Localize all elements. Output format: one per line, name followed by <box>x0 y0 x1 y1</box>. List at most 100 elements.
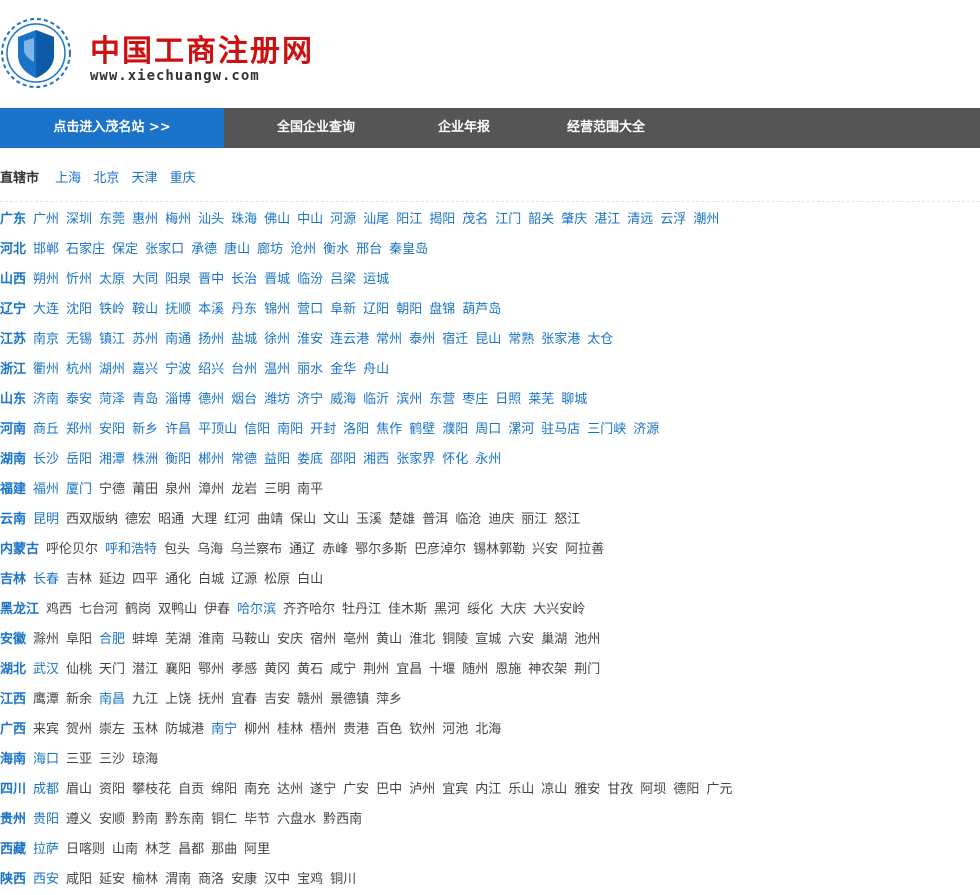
city-link[interactable]: 齐齐哈尔 <box>283 595 335 625</box>
city-link[interactable]: 三明 <box>264 475 290 505</box>
city-link[interactable]: 萍乡 <box>376 685 402 715</box>
city-link[interactable]: 朝阳 <box>396 295 422 325</box>
city-link[interactable]: 泰安 <box>66 385 92 415</box>
city-link[interactable]: 亳州 <box>343 625 369 655</box>
city-link[interactable]: 焦作 <box>376 415 402 445</box>
city-link[interactable]: 河池 <box>442 715 468 745</box>
province-link[interactable]: 海南 <box>0 745 26 775</box>
city-link[interactable]: 遵义 <box>66 805 92 835</box>
city-link[interactable]: 龙岩 <box>231 475 257 505</box>
city-link[interactable]: 朔州 <box>33 265 59 295</box>
city-link[interactable]: 呼伦贝尔 <box>46 535 98 565</box>
city-link[interactable]: 眉山 <box>66 775 92 805</box>
city-link[interactable]: 邯郸 <box>33 235 59 265</box>
city-link[interactable]: 镇江 <box>99 325 125 355</box>
city-link[interactable]: 孝感 <box>231 655 257 685</box>
city-link[interactable]: 长治 <box>231 265 257 295</box>
city-link[interactable]: 辽源 <box>231 565 257 595</box>
city-link[interactable]: 漳州 <box>198 475 224 505</box>
city-link[interactable]: 雅安 <box>574 775 600 805</box>
city-link[interactable]: 湖州 <box>99 355 125 385</box>
city-link[interactable]: 驻马店 <box>541 415 580 445</box>
city-link[interactable]: 沈阳 <box>66 295 92 325</box>
city-link[interactable]: 太原 <box>99 265 125 295</box>
city-link[interactable]: 北海 <box>475 715 501 745</box>
nav-enterprise-search[interactable]: 全国企业查询 <box>224 108 408 148</box>
city-link[interactable]: 攀枝花 <box>132 775 171 805</box>
city-link[interactable]: 广州 <box>33 205 59 235</box>
city-link[interactable]: 神农架 <box>528 655 567 685</box>
city-link[interactable]: 东莞 <box>99 205 125 235</box>
city-link[interactable]: 怒江 <box>554 505 580 535</box>
city-link[interactable]: 绍兴 <box>198 355 224 385</box>
city-link[interactable]: 巴彦淖尔 <box>414 535 466 565</box>
city-link[interactable]: 巴中 <box>376 775 402 805</box>
city-link[interactable]: 舟山 <box>363 355 389 385</box>
city-link[interactable]: 那曲 <box>211 835 237 865</box>
city-link[interactable]: 鸡西 <box>46 595 72 625</box>
city-link[interactable]: 德州 <box>198 385 224 415</box>
city-link[interactable]: 淮安 <box>297 325 323 355</box>
city-link[interactable]: 晋中 <box>198 265 224 295</box>
city-link[interactable]: 松原 <box>264 565 290 595</box>
city-link[interactable]: 随州 <box>462 655 488 685</box>
city-link[interactable]: 南通 <box>165 325 191 355</box>
city-link[interactable]: 成都 <box>33 775 59 805</box>
province-link[interactable]: 山西 <box>0 265 26 295</box>
city-link[interactable]: 莆田 <box>132 475 158 505</box>
city-link[interactable]: 宁德 <box>99 475 125 505</box>
city-link[interactable]: 阳泉 <box>165 265 191 295</box>
city-link[interactable]: 昌都 <box>178 835 204 865</box>
city-link[interactable]: 宿迁 <box>442 325 468 355</box>
city-link[interactable]: 临沧 <box>455 505 481 535</box>
city-link[interactable]: 牡丹江 <box>342 595 381 625</box>
city-link[interactable]: 达州 <box>277 775 303 805</box>
city-link[interactable]: 拉萨 <box>33 835 59 865</box>
city-link[interactable]: 常熟 <box>508 325 534 355</box>
city-link[interactable]: 合肥 <box>99 625 125 655</box>
city-link[interactable]: 赣州 <box>297 685 323 715</box>
city-link[interactable]: 梅州 <box>165 205 191 235</box>
city-link[interactable]: 石家庄 <box>66 235 105 265</box>
city-link[interactable]: 荆州 <box>363 655 389 685</box>
city-link[interactable]: 百色 <box>376 715 402 745</box>
city-link[interactable]: 海口 <box>33 745 59 775</box>
province-link[interactable]: 湖北 <box>0 655 26 685</box>
city-link[interactable]: 郑州 <box>66 415 92 445</box>
city-link[interactable]: 文山 <box>323 505 349 535</box>
province-link[interactable]: 河北 <box>0 235 26 265</box>
city-link[interactable]: 衢州 <box>33 355 59 385</box>
city-link[interactable]: 三沙 <box>99 745 125 775</box>
city-link[interactable]: 嘉兴 <box>132 355 158 385</box>
city-link[interactable]: 延边 <box>99 565 125 595</box>
city-link[interactable]: 开封 <box>310 415 336 445</box>
city-link[interactable]: 江门 <box>495 205 521 235</box>
city-link[interactable]: 厦门 <box>66 475 92 505</box>
city-link[interactable]: 宁波 <box>165 355 191 385</box>
city-link[interactable]: 益阳 <box>264 445 290 475</box>
city-link[interactable]: 四平 <box>132 565 158 595</box>
city-link[interactable]: 南平 <box>297 475 323 505</box>
shield-wreath-icon[interactable] <box>0 17 72 89</box>
city-link[interactable]: 包头 <box>164 535 190 565</box>
city-link[interactable]: 衡水 <box>323 235 349 265</box>
city-link[interactable]: 红河 <box>224 505 250 535</box>
city-link[interactable]: 大兴安岭 <box>533 595 585 625</box>
city-link[interactable]: 广元 <box>706 775 732 805</box>
city-link[interactable]: 常德 <box>231 445 257 475</box>
city-link[interactable]: 池州 <box>574 625 600 655</box>
city-link[interactable]: 深圳 <box>66 205 92 235</box>
city-link[interactable]: 芜湖 <box>165 625 191 655</box>
city-link[interactable]: 马鞍山 <box>231 625 270 655</box>
city-link[interactable]: 昆明 <box>33 505 59 535</box>
city-link[interactable]: 通化 <box>165 565 191 595</box>
city-link[interactable]: 柳州 <box>244 715 270 745</box>
province-link[interactable]: 江西 <box>0 685 26 715</box>
city-link[interactable]: 自贡 <box>178 775 204 805</box>
city-link[interactable]: 湘西 <box>363 445 389 475</box>
city-link[interactable]: 钦州 <box>409 715 435 745</box>
city-link[interactable]: 南充 <box>244 775 270 805</box>
city-link[interactable]: 铜仁 <box>211 805 237 835</box>
city-link[interactable]: 迪庆 <box>488 505 514 535</box>
city-link[interactable]: 呼和浩特 <box>105 535 157 565</box>
